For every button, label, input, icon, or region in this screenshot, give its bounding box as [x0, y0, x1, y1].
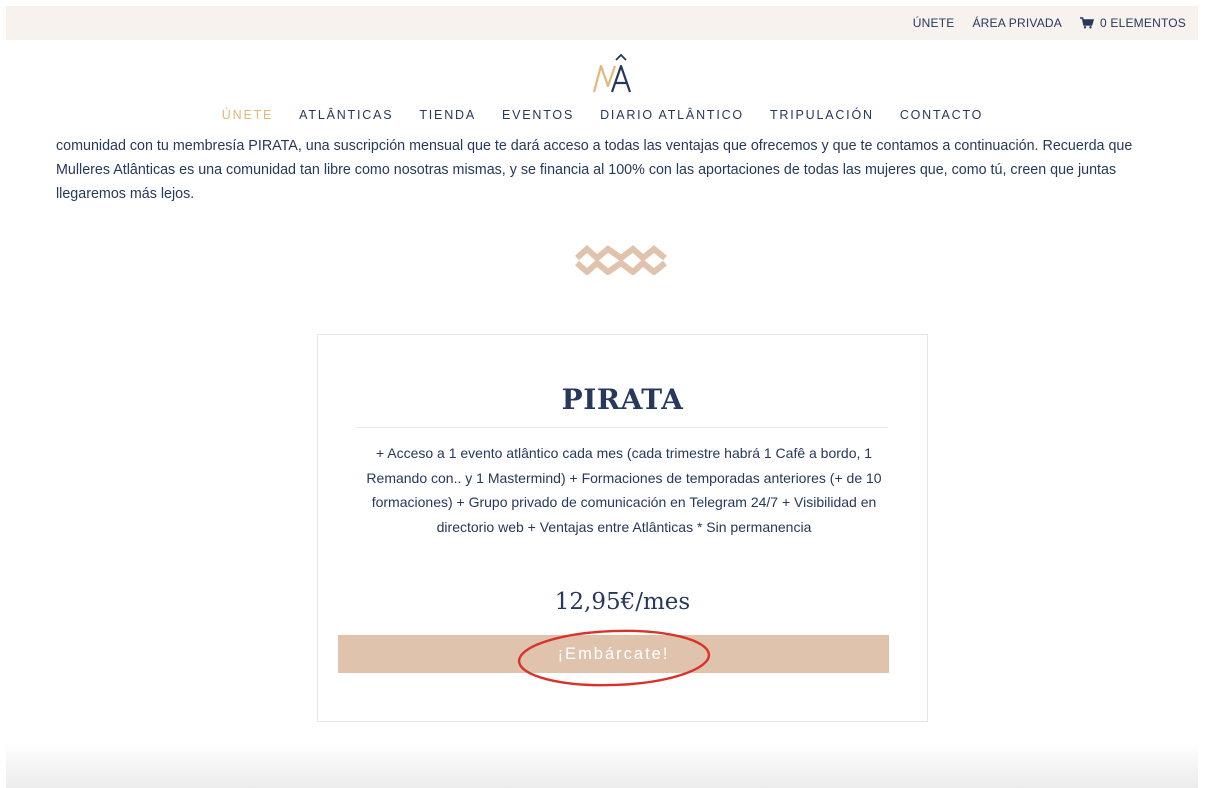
zigzag-divider-icon — [574, 244, 667, 277]
plan-title: PIRATA — [561, 383, 684, 416]
nav-item-unete[interactable]: ÚNETE — [222, 108, 273, 128]
header-overlap-mask — [56, 134, 1166, 139]
nav-item-diario-atlantico[interactable]: DIARIO ATLÂNTICO — [600, 108, 744, 128]
plan-description: + Acceso a 1 evento atlântico cada mes (… — [366, 445, 882, 535]
top-bar: ÚNETE ÁREA PRIVADA 0 ELEMENTOS — [6, 6, 1198, 40]
nav-item-atlanticas[interactable]: ATLÂNTICAS — [299, 108, 393, 128]
footer-edge — [6, 742, 1198, 788]
main-nav: ÚNETE ATLÂNTICAS TIENDA EVENTOS DIARIO A… — [0, 108, 1205, 128]
logo-mark — [592, 53, 632, 93]
embarcate-button[interactable]: ¡Embárcate! — [338, 635, 889, 673]
plan-price: 12,95€/mes — [554, 589, 691, 615]
nav-item-tripulacion[interactable]: TRIPULACIÓN — [770, 108, 874, 128]
plan-card: PIRATA + Acceso a 1 evento atlântico cad… — [317, 334, 928, 722]
nav-item-eventos[interactable]: EVENTOS — [502, 108, 574, 128]
cart-link[interactable]: 0 ELEMENTOS — [1079, 16, 1186, 30]
nav-item-tienda[interactable]: TIENDA — [419, 108, 476, 128]
intro-text: comunidad con tu membresía PIRATA, una s… — [56, 138, 1133, 202]
private-area-link[interactable]: ÁREA PRIVADA — [972, 16, 1062, 30]
join-link[interactable]: ÚNETE — [913, 16, 955, 30]
nav-item-contacto[interactable]: CONTACTO — [900, 108, 983, 128]
intro-section: comunidad con tu membresía PIRATA, una s… — [56, 134, 1166, 224]
cart-label: 0 ELEMENTOS — [1099, 16, 1186, 30]
site-logo[interactable] — [586, 52, 646, 96]
plan-title-divider — [356, 427, 888, 428]
cart-icon — [1079, 17, 1094, 29]
